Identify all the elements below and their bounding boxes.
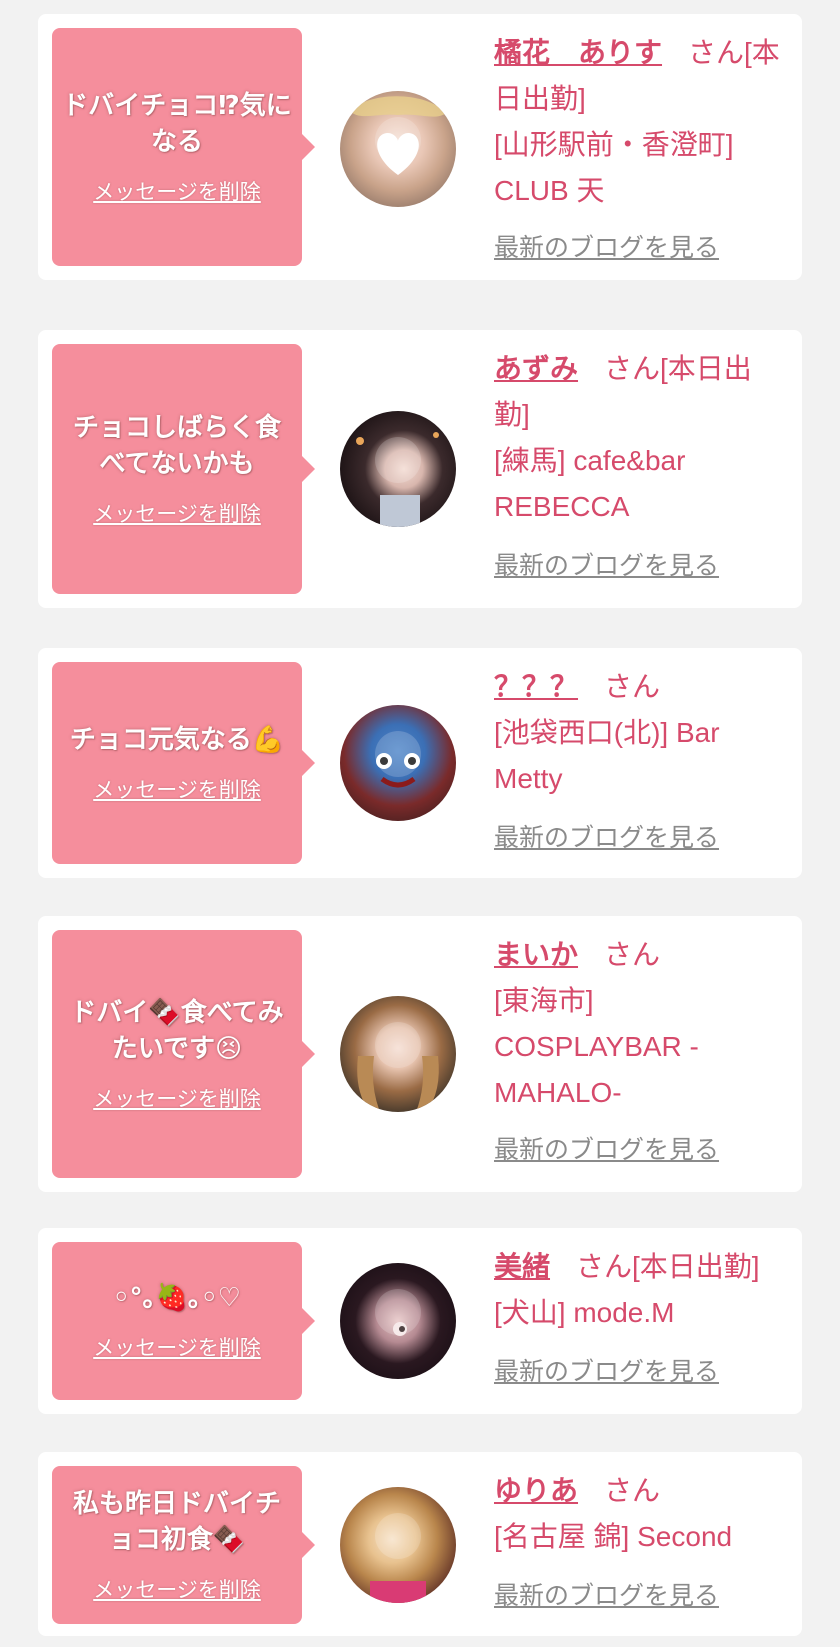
status-label: さん [604,1475,661,1506]
delete-message-link[interactable]: メッセージを削除 [93,1574,261,1604]
message-bubble: 私も昨日ドバイチョコ初食🍫 メッセージを削除 [52,1466,315,1624]
shop-location: [東海市] COSPLAYBAR -MAHALO- [494,985,699,1108]
portrait-icon [393,1322,407,1336]
avatar[interactable] [340,1263,456,1379]
cast-info: まいか さん [東海市] COSPLAYBAR -MAHALO- [494,932,784,1116]
portrait-icon [357,1056,439,1112]
list-item: チョコしばらく食べてないかも メッセージを削除 あずみ さん[本日出勤] [練馬]… [38,330,802,608]
cast-info: あずみ さん[本日出勤] [練馬] cafe&bar REBECCA [494,346,784,530]
latest-blog-link[interactable]: 最新のブログを見る [494,228,719,264]
slime-mask-icon [376,753,420,788]
delete-message-link[interactable]: メッセージを削除 [93,1332,261,1362]
cast-info: ？？？ さん [池袋西口(北)] Bar Metty [494,664,784,802]
heart-sticker-icon [350,96,446,175]
portrait-icon [356,432,439,527]
message-text: 私も昨日ドバイチョコ初食🍫 [72,1489,281,1555]
latest-blog-link[interactable]: 最新のブログを見る [494,818,719,854]
cast-info: 美緒 さん[本日出勤] [犬山] mode.M [494,1244,784,1336]
message-bubble: ◦°｡🍓｡◦♡ メッセージを削除 [52,1242,315,1400]
list-item: ドバイチョコ⁉気になる メッセージを削除 橘花 ありす さん[本日出勤] [山形駅… [38,14,802,280]
list-item: ドバイ🍫食べてみたいです😣 メッセージを削除 まいか さん [東海市] COSPL… [38,916,802,1192]
cast-name-link[interactable]: ？？？ [494,671,578,702]
delete-message-link[interactable]: メッセージを削除 [93,176,261,206]
status-label: さん [604,671,661,702]
message-text: ドバイチョコ⁉気になる [62,91,292,157]
list-item: チョコ元気なる💪 メッセージを削除 ？？？ さん [池袋西口(北)] Bar Me… [38,648,802,878]
shop-location: [山形駅前・香澄町] CLUB 天 [494,129,734,206]
shop-location: [犬山] mode.M [494,1297,675,1328]
message-bubble: ドバイ🍫食べてみたいです😣 メッセージを削除 [52,930,315,1178]
list-item: ◦°｡🍓｡◦♡ メッセージを削除 美緒 さん[本日出勤] [犬山] mode.M … [38,1228,802,1414]
latest-blog-link[interactable]: 最新のブログを見る [494,1576,719,1612]
shop-location: [練馬] cafe&bar REBECCA [494,445,686,522]
message-bubble: ドバイチョコ⁉気になる メッセージを削除 [52,28,315,266]
cast-name-link[interactable]: 橘花 ありす [494,37,662,68]
message-bubble: チョコ元気なる💪 メッセージを削除 [52,662,315,864]
message-text: ドバイ🍫食べてみたいです😣 [70,998,284,1064]
delete-message-link[interactable]: メッセージを削除 [93,498,261,528]
avatar[interactable] [340,1487,456,1603]
latest-blog-link[interactable]: 最新のブログを見る [494,546,719,582]
latest-blog-link[interactable]: 最新のブログを見る [494,1130,719,1166]
status-label: さん[本日出勤] [576,1251,760,1282]
delete-message-link[interactable]: メッセージを削除 [93,1083,261,1113]
cast-name-link[interactable]: 美緒 [494,1251,550,1282]
avatar[interactable] [340,91,456,207]
portrait-icon [370,1581,426,1603]
latest-blog-link[interactable]: 最新のブログを見る [494,1352,719,1388]
shop-location: [名古屋 錦] Second [494,1521,733,1552]
message-text: チョコ元気なる💪 [69,725,285,755]
list-item: 私も昨日ドバイチョコ初食🍫 メッセージを削除 ゆりあ さん [名古屋 錦] Sec… [38,1452,802,1636]
status-label: さん [604,939,661,970]
shop-location: [池袋西口(北)] Bar Metty [494,717,720,794]
message-bubble: チョコしばらく食べてないかも メッセージを削除 [52,344,315,594]
cast-name-link[interactable]: まいか [494,939,578,970]
delete-message-link[interactable]: メッセージを削除 [93,774,261,804]
avatar[interactable] [340,705,456,821]
message-text: チョコしばらく食べてないかも [72,413,281,479]
cast-info: ゆりあ さん [名古屋 錦] Second [494,1468,784,1560]
cast-info: 橘花 ありす さん[本日出勤] [山形駅前・香澄町] CLUB 天 [494,30,784,214]
cast-name-link[interactable]: あずみ [494,353,578,384]
avatar[interactable] [340,411,456,527]
message-text: ◦°｡🍓｡◦♡ [113,1283,241,1313]
cast-name-link[interactable]: ゆりあ [494,1475,578,1506]
avatar[interactable] [340,996,456,1112]
